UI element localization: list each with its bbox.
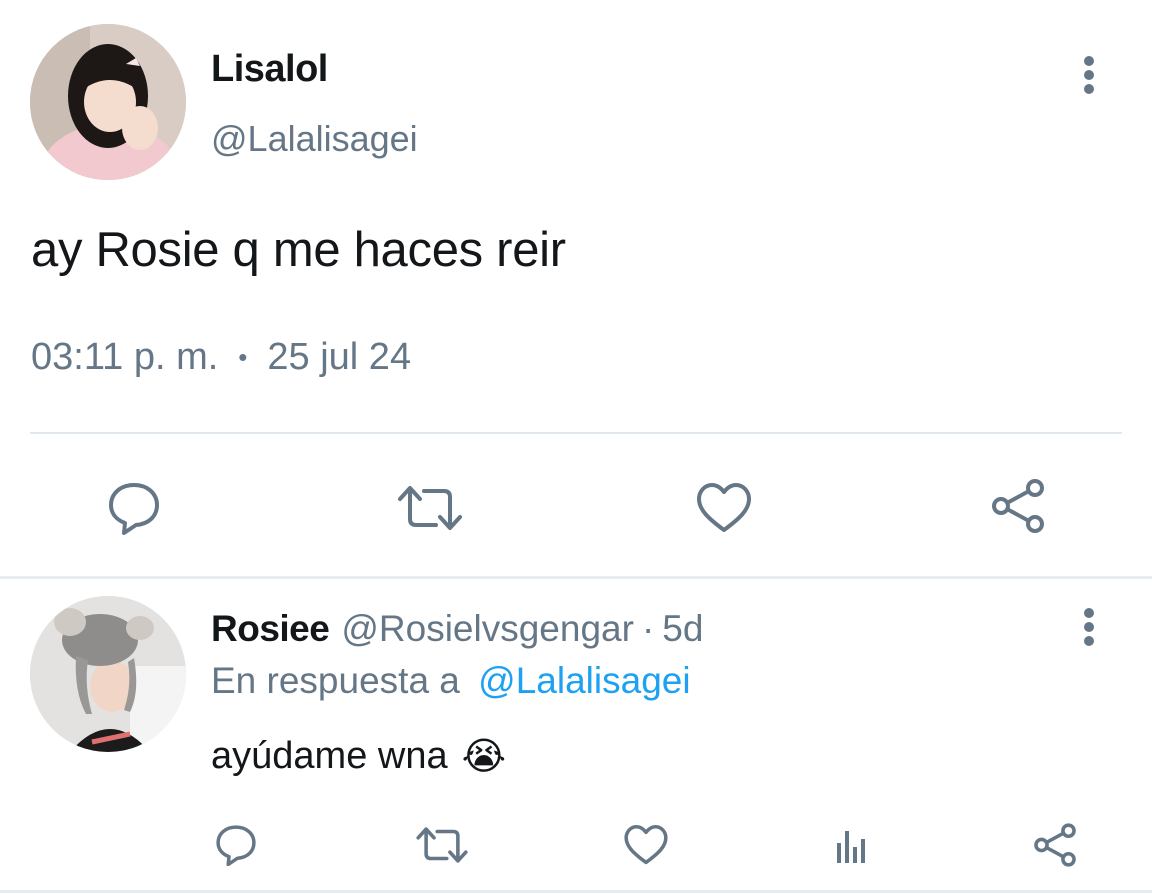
section-divider [0,576,1152,579]
reply-meta-separator: · [641,608,655,649]
reply-header: Rosiee @Rosielvsgengar · 5d [211,608,703,650]
share-button[interactable] [986,474,1050,538]
reply-retweet-button[interactable] [412,820,472,870]
tweet-date: 25 jul 24 [267,336,412,378]
reply-more-options-button[interactable] [1068,604,1110,650]
tweet-text: ay Rosie q me haces reir [31,223,566,277]
comment-icon [216,825,256,866]
profile-photo-icon [30,596,186,752]
reply-author-avatar[interactable] [30,596,186,752]
tweet-timestamp: 03:11 p. m. • 25 jul 24 [31,336,411,379]
reply-analytics-button[interactable] [826,820,876,870]
more-vertical-icon [1084,56,1094,94]
tweet-time: 03:11 p. m. [31,336,219,378]
author-display-name[interactable]: Lisalol [211,48,328,91]
heart-icon [697,483,751,532]
reply-share-button[interactable] [1028,818,1082,872]
reply-age: 5d [662,608,704,649]
reply-reply-button[interactable] [210,820,262,870]
retweet-icon [398,486,462,530]
like-button[interactable] [692,478,756,538]
reply-context-prefix: En respuesta a [211,660,460,701]
reply-like-button[interactable] [620,820,672,870]
reply-to-handle-link[interactable]: @Lalalisagei [478,660,690,701]
profile-photo-icon [30,24,186,180]
reply-text: ayúdame wna 😭 [211,734,506,779]
more-vertical-icon [1084,608,1094,646]
bottom-divider [0,890,1152,893]
divider [30,432,1122,434]
author-handle[interactable]: @Lalalisagei [211,118,418,160]
reply-display-name[interactable]: Rosiee [211,608,330,650]
crying-face-emoji: 😭 [461,736,506,778]
author-avatar[interactable] [30,24,186,180]
more-options-button[interactable] [1068,52,1110,98]
comment-icon [109,483,159,535]
reply-text-body: ayúdame wna [211,735,448,777]
timestamp-separator: • [238,342,248,372]
reply-context: En respuesta a @Lalalisagei [211,660,691,702]
reply-handle[interactable]: @Rosielvsgengar [341,608,634,650]
reply-button[interactable] [102,478,166,538]
heart-icon [624,824,668,865]
analytics-icon [837,831,865,863]
share-icon [1034,823,1076,867]
retweet-button[interactable] [394,478,466,538]
share-icon [992,479,1044,533]
retweet-icon [416,827,468,863]
